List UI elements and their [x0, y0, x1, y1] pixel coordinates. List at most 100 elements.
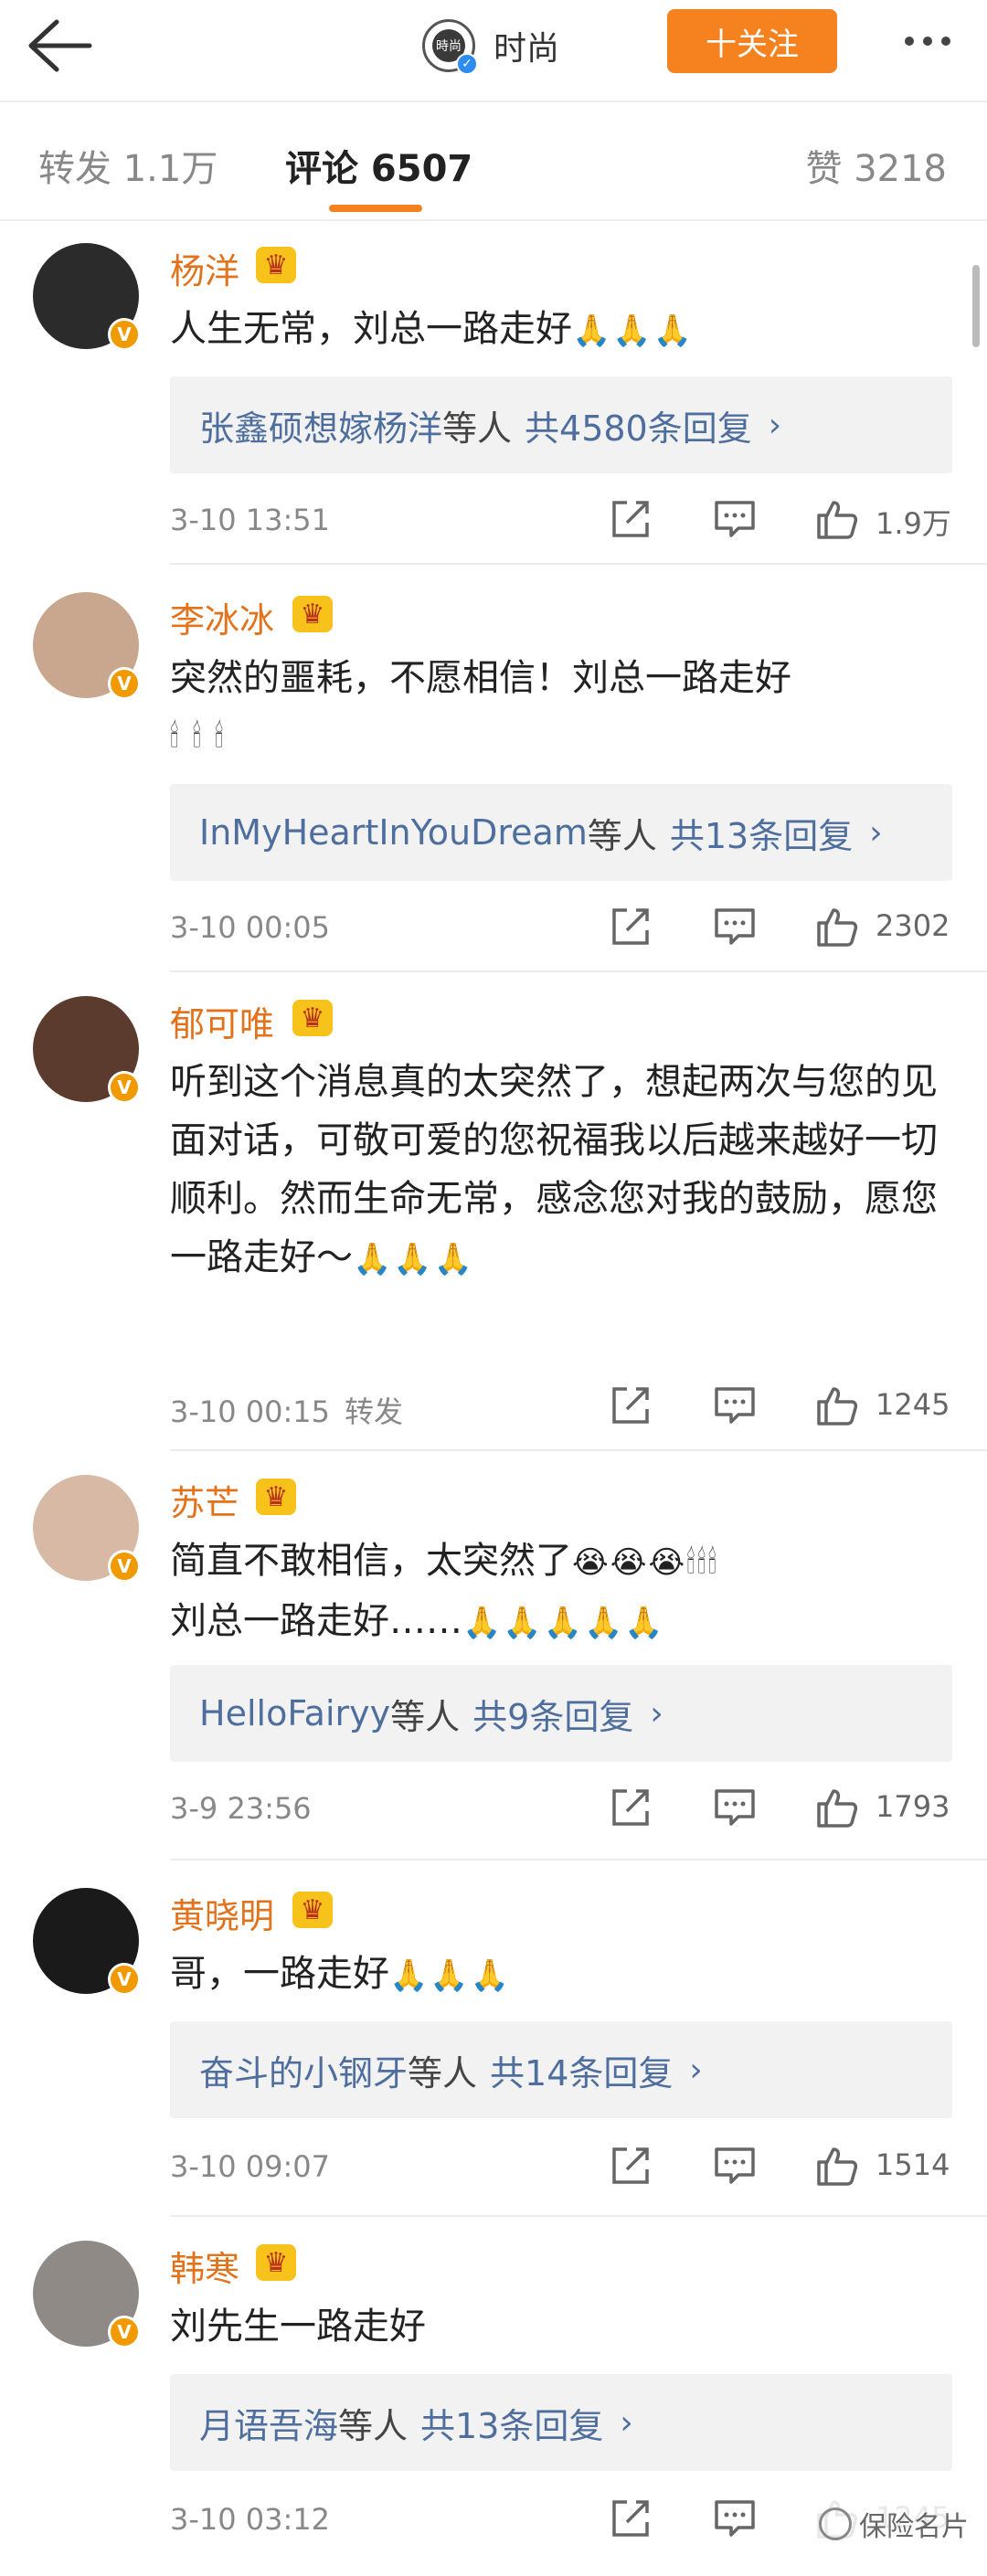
- account-header[interactable]: 時尚 ✓ 时尚: [422, 16, 559, 75]
- thumbs-up-icon[interactable]: [813, 495, 861, 543]
- comment-body: 突然的噩耗，不愿相信！刘总一路走好: [170, 657, 791, 699]
- reply-count[interactable]: 共13条回复: [670, 808, 853, 858]
- comment-time: 3-10 03:12: [170, 2502, 331, 2537]
- verified-badge-icon: V: [108, 1071, 141, 1104]
- like-count: 1514: [876, 2147, 950, 2182]
- account-avatar[interactable]: 時尚 ✓: [422, 19, 478, 75]
- back-arrow-icon[interactable]: [20, 13, 97, 79]
- share-icon[interactable]: [607, 2495, 654, 2542]
- chevron-right-icon: ›: [768, 406, 782, 444]
- reply-others-label: 等人: [587, 815, 657, 856]
- avatar[interactable]: V: [33, 1475, 141, 1583]
- verified-badge-icon: V: [108, 1963, 141, 1996]
- replies-preview[interactable]: 张鑫硕想嫁杨洋 等人 共4580条回复 ›: [170, 376, 952, 473]
- comment-body-line2: 刘总一路走好……: [170, 1600, 462, 1642]
- comment-repost-label[interactable]: 转发: [345, 1394, 403, 1429]
- comment-divider: [170, 970, 987, 972]
- comment-username[interactable]: 李冰冰: [170, 592, 274, 642]
- comment-time: 3-10 13:51: [170, 503, 331, 537]
- tab-bar: 转发 1.1万 评论 6507 赞 3218: [0, 102, 987, 221]
- reply-others-label: 等人: [408, 2052, 478, 2094]
- comment-icon[interactable]: [711, 1784, 759, 1831]
- comment-icon[interactable]: [711, 2142, 759, 2189]
- avatar[interactable]: V: [33, 1888, 141, 1996]
- more-options-icon[interactable]: [886, 18, 969, 64]
- candle-emoji: 🕯 🕯 🕯: [170, 718, 226, 755]
- crown-icon: ♛: [256, 1479, 296, 1515]
- reply-users[interactable]: 月语吾海: [199, 2398, 338, 2448]
- comment-body: 简直不敢相信，太突然了: [170, 1540, 572, 1582]
- crown-icon: ♛: [256, 247, 296, 283]
- thumbs-up-icon[interactable]: [813, 2142, 861, 2189]
- share-icon[interactable]: [607, 2142, 654, 2189]
- comment-body: 哥，一路走好: [170, 1953, 389, 1995]
- comment-username[interactable]: 杨洋: [170, 243, 239, 293]
- avatar[interactable]: V: [33, 2241, 141, 2348]
- comment-icon[interactable]: [711, 495, 759, 543]
- tab-repost[interactable]: 转发 1.1万: [38, 139, 218, 192]
- reply-count[interactable]: 共13条回复: [420, 2398, 603, 2448]
- account-name[interactable]: 时尚: [494, 22, 559, 69]
- reply-count[interactable]: 共14条回复: [490, 2045, 673, 2095]
- comment-text: 突然的噩耗，不愿相信！刘总一路走好 🕯 🕯 🕯: [170, 649, 956, 766]
- comment-actions: 1793: [603, 1784, 969, 1839]
- comment-actions: 1245: [603, 1382, 969, 1436]
- reply-users[interactable]: 张鑫硕想嫁杨洋: [199, 400, 442, 451]
- crown-icon: ♛: [256, 2244, 296, 2281]
- comment-divider: [170, 563, 987, 565]
- like-count: 1.9万: [876, 506, 951, 541]
- reply-count[interactable]: 共9条回复: [472, 1689, 633, 1739]
- thumbs-up-icon[interactable]: [813, 903, 861, 950]
- replies-preview[interactable]: 奋斗的小钢牙 等人 共14条回复 ›: [170, 2021, 952, 2118]
- comment-meta: 3-9 23:56: [170, 1791, 312, 1826]
- comment-icon[interactable]: [711, 903, 759, 950]
- reply-others-label: 等人: [338, 2405, 409, 2446]
- share-icon[interactable]: [607, 1784, 654, 1831]
- scrollbar[interactable]: [972, 265, 980, 347]
- comment-meta: 3-10 13:51: [170, 503, 330, 537]
- comment-username[interactable]: 黄晓明: [170, 1888, 274, 1938]
- crown-icon: ♛: [292, 596, 333, 632]
- comment-icon[interactable]: [711, 2495, 759, 2542]
- verified-badge-icon: V: [108, 2316, 141, 2348]
- reply-count[interactable]: 共4580条回复: [525, 400, 752, 451]
- replies-preview[interactable]: 月语吾海 等人 共13条回复 ›: [170, 2374, 952, 2471]
- avatar[interactable]: V: [33, 996, 141, 1104]
- reply-users[interactable]: 奋斗的小钢牙: [199, 2045, 408, 2095]
- reply-others-label: 等人: [442, 408, 513, 449]
- comment-text: 听到这个消息真的太突然了，想起两次与您的见面对话，可敬可爱的您祝福我以后越来越好…: [170, 1053, 956, 1288]
- replies-preview[interactable]: HelloFairyy 等人 共9条回复 ›: [170, 1665, 952, 1762]
- comment-body: 刘先生一路走好: [170, 2306, 426, 2348]
- comment-actions: 1514: [603, 2142, 969, 2197]
- reply-users[interactable]: HelloFairyy: [199, 1693, 390, 1733]
- share-icon[interactable]: [607, 903, 654, 950]
- thumbs-up-icon[interactable]: [813, 1382, 861, 1429]
- share-icon[interactable]: [607, 1382, 654, 1429]
- thumbs-up-icon[interactable]: [813, 1784, 861, 1831]
- comment-username[interactable]: 韩寒: [170, 2241, 239, 2291]
- watermark-text: 保险名片: [859, 2511, 969, 2543]
- comment-actions: 2302: [603, 903, 969, 958]
- crying-candle-emoji: 😭😭😭🕯🕯🕯: [572, 1544, 719, 1581]
- comment-username[interactable]: 郁可唯: [170, 996, 274, 1046]
- verified-blue-icon: ✓: [456, 53, 478, 75]
- comment-icon[interactable]: [711, 1382, 759, 1429]
- verified-badge-icon: V: [108, 667, 141, 700]
- tab-comments[interactable]: 评论 6507: [285, 139, 472, 192]
- reply-users[interactable]: InMyHeartInYouDream: [199, 812, 588, 853]
- avatar[interactable]: V: [33, 592, 141, 700]
- avatar[interactable]: V: [33, 243, 141, 351]
- replies-preview[interactable]: InMyHeartInYouDream 等人 共13条回复 ›: [170, 784, 952, 881]
- pray-emoji: 🙏🙏🙏: [353, 1241, 475, 1277]
- wechat-logo-icon: [819, 2507, 852, 2540]
- pray-emoji: 🙏🙏🙏🙏🙏: [462, 1605, 665, 1641]
- share-icon[interactable]: [607, 495, 654, 543]
- tabs-divider: [0, 219, 987, 221]
- comment-meta: 3-10 00:15 转发: [170, 1389, 403, 1431]
- comment-username[interactable]: 苏芒: [170, 1475, 239, 1525]
- chevron-right-icon: ›: [869, 813, 883, 852]
- chevron-right-icon: ›: [689, 2051, 703, 2089]
- follow-button[interactable]: 十关注: [667, 9, 837, 73]
- comment-text: 简直不敢相信，太突然了😭😭😭🕯🕯🕯 刘总一路走好……🙏🙏🙏🙏🙏: [170, 1532, 956, 1652]
- tab-likes[interactable]: 赞 3218: [805, 139, 947, 192]
